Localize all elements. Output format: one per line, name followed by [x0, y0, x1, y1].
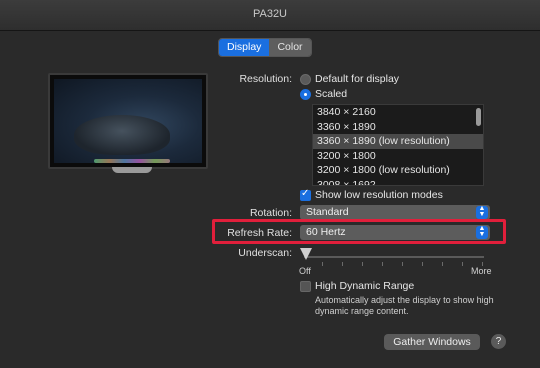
slider-tick [462, 262, 463, 266]
resolution-option[interactable]: 3200 × 1800 (low resolution) [313, 163, 483, 178]
chevron-updown-icon: ▲ ▼ [476, 205, 488, 219]
scaled-label: Scaled [315, 88, 348, 100]
gather-windows-button[interactable]: Gather Windows [384, 334, 480, 350]
show-low-res-checkbox[interactable] [300, 188, 311, 201]
display-preview [48, 73, 208, 169]
slider-tick [422, 262, 423, 266]
slider-tick [362, 262, 363, 266]
help-button[interactable]: ? [491, 334, 506, 349]
refresh-rate-label: Refresh Rate: [227, 227, 292, 239]
tab-display[interactable]: Display [219, 39, 270, 56]
show-low-res-label: Show low resolution modes [315, 189, 443, 201]
chevron-updown-icon: ▲ ▼ [476, 225, 488, 239]
slider-tick [402, 262, 403, 266]
underscan-label: Underscan: [238, 247, 292, 259]
rotation-popup[interactable]: Standard ▲ ▼ [300, 205, 490, 220]
resolution-option[interactable]: 3840 × 2160 [313, 105, 483, 120]
island-shape [74, 115, 170, 155]
resolution-list[interactable]: 3840 × 2160 3360 × 1890 3360 × 1890 (low… [312, 104, 484, 186]
underscan-slider-knob[interactable] [300, 248, 312, 260]
slider-tick [342, 262, 343, 266]
resolution-option-selected[interactable]: 3360 × 1890 (low resolution) [313, 134, 483, 149]
display-stand [112, 167, 152, 173]
rotation-label: Rotation: [249, 207, 292, 219]
resolution-list-scrollbar[interactable] [476, 108, 481, 126]
hdr-checkbox[interactable] [300, 281, 311, 292]
resolution-option[interactable]: 3360 × 1890 [313, 120, 483, 135]
refresh-rate-popup[interactable]: 60 Hertz ▲ ▼ [300, 225, 490, 240]
slider-tick [442, 262, 443, 266]
resolution-label: Resolution: [239, 73, 292, 85]
default-for-display-radio[interactable] [300, 74, 311, 85]
tab-switcher: Display Color [218, 38, 312, 57]
tab-color[interactable]: Color [269, 39, 311, 56]
slider-tick [382, 262, 383, 266]
underscan-max-label: More [471, 266, 492, 276]
resolution-option[interactable]: 3008 × 1692 [313, 178, 483, 185]
wallpaper-image [54, 79, 202, 163]
window-title: PA32U [252, 8, 288, 20]
dock-preview [94, 159, 170, 163]
refresh-rate-value: 60 Hertz [306, 226, 346, 238]
rotation-value: Standard [306, 206, 349, 218]
title-bar: PA32U [0, 0, 540, 31]
resolution-option[interactable]: 3200 × 1800 [313, 149, 483, 164]
scaled-radio[interactable] [300, 89, 311, 100]
slider-tick [322, 262, 323, 266]
underscan-slider-track[interactable] [304, 256, 484, 258]
underscan-min-label: Off [299, 266, 311, 276]
hdr-label: High Dynamic Range [315, 280, 415, 292]
hdr-description: Automatically adjust the display to show… [315, 295, 494, 316]
default-for-display-label: Default for display [315, 73, 400, 85]
